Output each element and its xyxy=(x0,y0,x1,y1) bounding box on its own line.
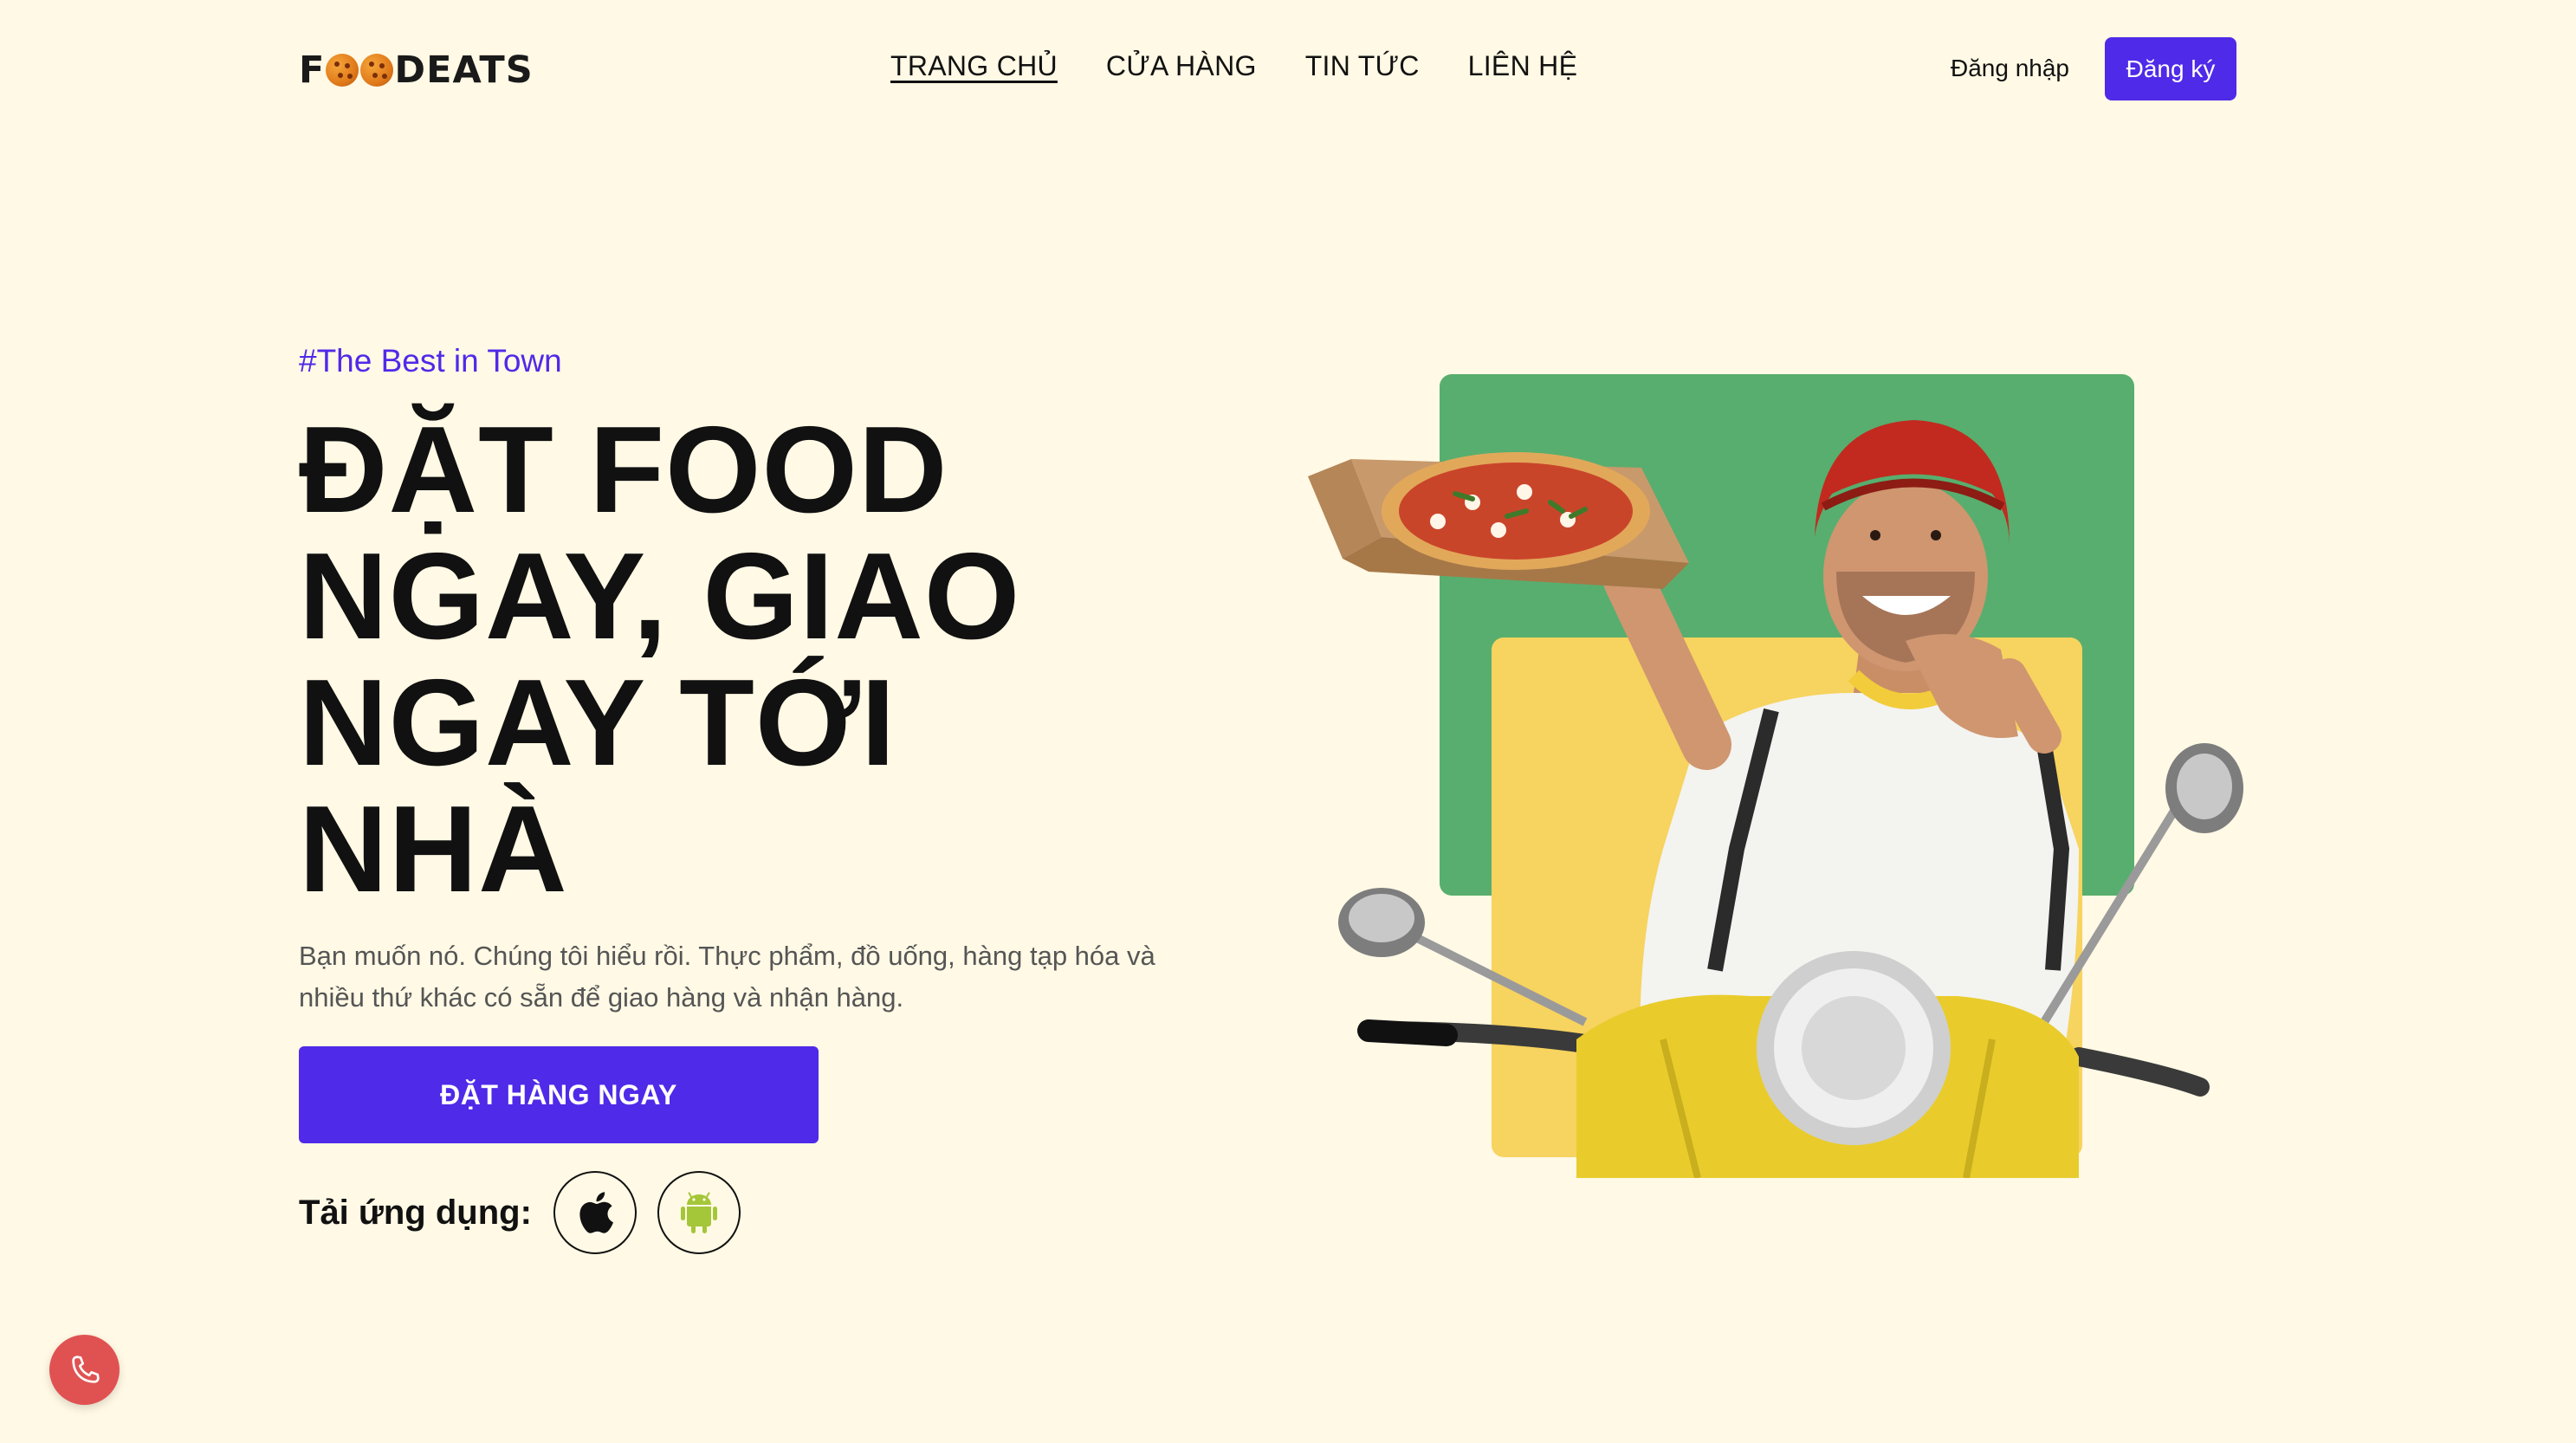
nav-item-store[interactable]: CỬA HÀNG xyxy=(1106,50,1257,82)
cookie-icon xyxy=(326,54,359,87)
android-icon xyxy=(680,1192,717,1233)
order-now-button[interactable]: ĐẶT HÀNG NGAY xyxy=(299,1046,819,1143)
download-app-row: Tải ứng dụng: xyxy=(299,1171,741,1254)
headline-line: NGAY, GIAO xyxy=(299,527,1021,665)
cookie-icon xyxy=(360,54,394,87)
pizza-box xyxy=(1308,452,1689,589)
app-store-button[interactable] xyxy=(553,1171,637,1254)
hero-illustration xyxy=(1308,374,2243,1178)
headline-line: ĐẶT FOOD xyxy=(299,401,948,539)
page: F DEATS TRANG CHỦ CỬA HÀNG TIN TỨC LIÊN … xyxy=(0,0,2576,1443)
signup-button[interactable]: Đăng ký xyxy=(2105,37,2236,100)
hero-headline: ĐẶT FOOD NGAY, GIAO NGAY TỚI NHÀ xyxy=(299,407,1078,913)
login-link[interactable]: Đăng nhập xyxy=(1951,55,2069,82)
call-button[interactable] xyxy=(49,1335,120,1405)
main-nav: TRANG CHỦ CỬA HÀNG TIN TỨC LIÊN HỆ xyxy=(890,50,1577,82)
hero-description: Bạn muốn nó. Chúng tôi hiểu rồi. Thực ph… xyxy=(299,941,1155,1013)
headline-line: NHÀ xyxy=(299,780,568,918)
nav-item-contact[interactable]: LIÊN HỆ xyxy=(1468,50,1578,82)
phone-icon xyxy=(71,1355,100,1383)
nav-item-news[interactable]: TIN TỨC xyxy=(1305,50,1420,82)
hero-tag: #The Best in Town xyxy=(299,343,562,379)
download-app-label: Tải ứng dụng: xyxy=(299,1193,532,1232)
logo-text-end: DEATS xyxy=(394,49,534,92)
nav-item-home[interactable]: TRANG CHỦ xyxy=(890,50,1058,82)
logo[interactable]: F DEATS xyxy=(299,49,534,92)
logo-text-start: F xyxy=(299,49,326,92)
apple-icon xyxy=(579,1192,613,1233)
headline-line: NGAY TỚI xyxy=(299,654,896,792)
google-play-button[interactable] xyxy=(657,1171,741,1254)
